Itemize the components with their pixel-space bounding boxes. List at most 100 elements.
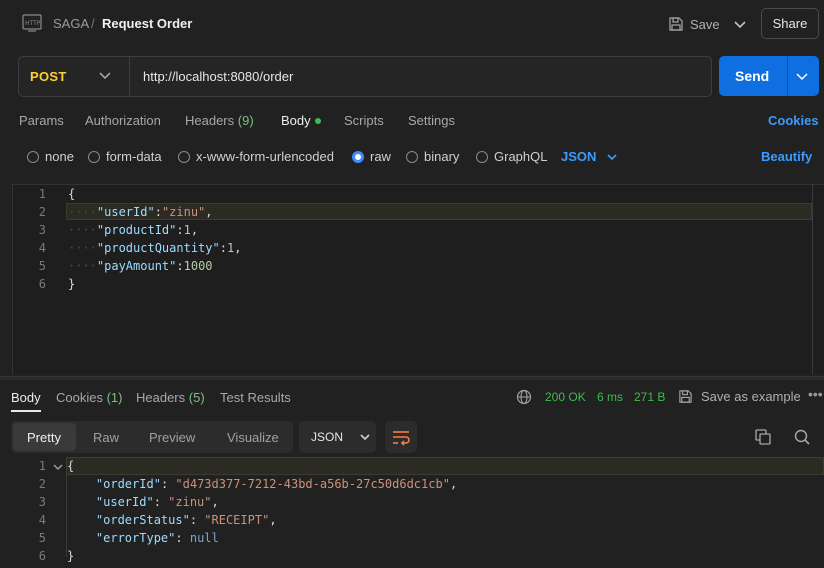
radio-circle [406, 150, 418, 163]
code-line: { [68, 187, 76, 201]
radio-form-data[interactable]: form-data [88, 149, 162, 164]
code-line: "errorType": null [95, 531, 219, 545]
save-icon [679, 390, 692, 403]
save-as-example-label: Save as example [701, 389, 801, 404]
code-line: { [67, 459, 75, 473]
json-value: "RECEIPT" [204, 513, 270, 527]
code-line: ····"productQuantity":1, [68, 241, 242, 255]
response-tab-headers-count: (5) [188, 390, 205, 405]
chevron-down-icon [607, 153, 617, 160]
radio-binary[interactable]: binary [406, 149, 459, 164]
view-pretty[interactable]: Pretty [27, 430, 61, 445]
code-line: "orderStatus": "RECEIPT", [95, 513, 277, 527]
json-key: "userId" [96, 205, 155, 219]
radio-label: GraphQL [494, 149, 548, 164]
page-title[interactable]: Request Order [102, 16, 192, 31]
body-modified-dot [314, 118, 321, 124]
tab-params[interactable]: Params [19, 113, 64, 128]
radio-circle [27, 150, 39, 163]
fold-chevron-icon[interactable] [52, 461, 64, 473]
editor-scrollbar[interactable] [812, 184, 824, 374]
body-format-label: JSON [561, 149, 597, 164]
breadcrumb-collection[interactable]: SAGA [53, 16, 89, 31]
radio-label: binary [424, 149, 460, 164]
tab-body[interactable]: Body [281, 113, 321, 128]
pane-splitter[interactable] [0, 376, 824, 380]
radio-circle [178, 150, 190, 163]
chevron-down-icon [360, 434, 370, 441]
view-visualize[interactable]: Visualize [227, 430, 279, 445]
chevron-down-icon[interactable] [98, 68, 112, 82]
response-tab-cookies-count: (1) [106, 390, 123, 405]
line-number: 6 [38, 277, 46, 291]
response-tab-cookies-label: Cookies [56, 390, 103, 405]
radio-graphql[interactable]: GraphQL [476, 149, 547, 164]
json-key: "payAmount" [96, 259, 177, 273]
json-key: "userId" [95, 495, 154, 509]
tab-headers[interactable]: Headers (9) [185, 113, 254, 128]
status-code[interactable]: 200 OK [545, 390, 586, 404]
save-icon [669, 17, 683, 31]
radio-label: x-www-form-urlencoded [196, 149, 334, 164]
chevron-down-icon[interactable] [795, 69, 809, 83]
response-tab-headers[interactable]: Headers (5) [136, 390, 205, 405]
line-number: 6 [38, 549, 46, 563]
json-key: "orderId" [95, 477, 161, 491]
code-line: } [67, 549, 75, 563]
wrap-lines-button[interactable] [385, 421, 417, 453]
line-number: 1 [38, 187, 46, 201]
tab-headers-count: (9) [237, 113, 254, 128]
radio-none[interactable]: none [27, 149, 74, 164]
breadcrumb-separator: / [91, 16, 95, 31]
method-select[interactable]: POST [30, 69, 67, 84]
code-line: ····"productId":1, [68, 223, 199, 237]
view-preview[interactable]: Preview [149, 430, 195, 445]
json-value: 1 [183, 223, 191, 237]
view-raw[interactable]: Raw [93, 430, 119, 445]
copy-icon[interactable] [754, 428, 772, 446]
tab-body-label: Body [281, 113, 311, 128]
tab-settings[interactable]: Settings [408, 113, 455, 128]
cookies-link[interactable]: Cookies [768, 113, 819, 128]
response-size[interactable]: 271 B [634, 390, 665, 404]
more-options-icon[interactable]: ••• [808, 386, 823, 402]
url-divider [129, 57, 130, 96]
http-request-icon: HTTP [22, 14, 42, 32]
line-number: 5 [38, 531, 46, 545]
body-format-select[interactable]: JSON [561, 149, 618, 164]
chevron-down-icon[interactable] [732, 14, 748, 34]
response-format-select[interactable]: JSON [299, 421, 376, 453]
globe-icon[interactable] [516, 389, 532, 405]
radio-raw[interactable]: raw [352, 149, 391, 164]
json-value: null [189, 531, 219, 545]
beautify-button[interactable]: Beautify [761, 149, 812, 164]
url-bar [18, 56, 712, 97]
radio-label: raw [370, 149, 391, 164]
send-divider [787, 56, 788, 96]
save-as-example-button[interactable]: Save as example [678, 389, 801, 404]
tab-authorization[interactable]: Authorization [85, 113, 161, 128]
save-button[interactable]: Save [668, 12, 720, 36]
json-key: "orderStatus" [95, 513, 190, 527]
line-number: 3 [38, 223, 46, 237]
tab-scripts[interactable]: Scripts [344, 113, 384, 128]
url-input[interactable]: http://localhost:8080/order [143, 69, 293, 84]
json-value: 1000 [183, 259, 213, 273]
json-value: "zinu" [168, 495, 212, 509]
code-line: } [68, 277, 76, 291]
response-tab-cookies[interactable]: Cookies (1) [56, 390, 122, 405]
send-label[interactable]: Send [735, 68, 769, 84]
radio-label: none [45, 149, 74, 164]
line-number: 4 [38, 241, 46, 255]
svg-text:HTTP: HTTP [25, 20, 41, 27]
share-button[interactable]: Share [761, 8, 819, 39]
response-time[interactable]: 6 ms [597, 390, 623, 404]
code-line: ····"payAmount":1000 [68, 259, 213, 273]
radio-urlencoded[interactable]: x-www-form-urlencoded [178, 149, 334, 164]
save-label: Save [690, 16, 720, 32]
response-tab-body[interactable]: Body [11, 390, 41, 405]
active-tab-underline [11, 410, 41, 412]
wrap-lines-icon [393, 431, 410, 446]
response-tab-test-results[interactable]: Test Results [220, 390, 291, 405]
search-icon[interactable] [793, 428, 811, 446]
